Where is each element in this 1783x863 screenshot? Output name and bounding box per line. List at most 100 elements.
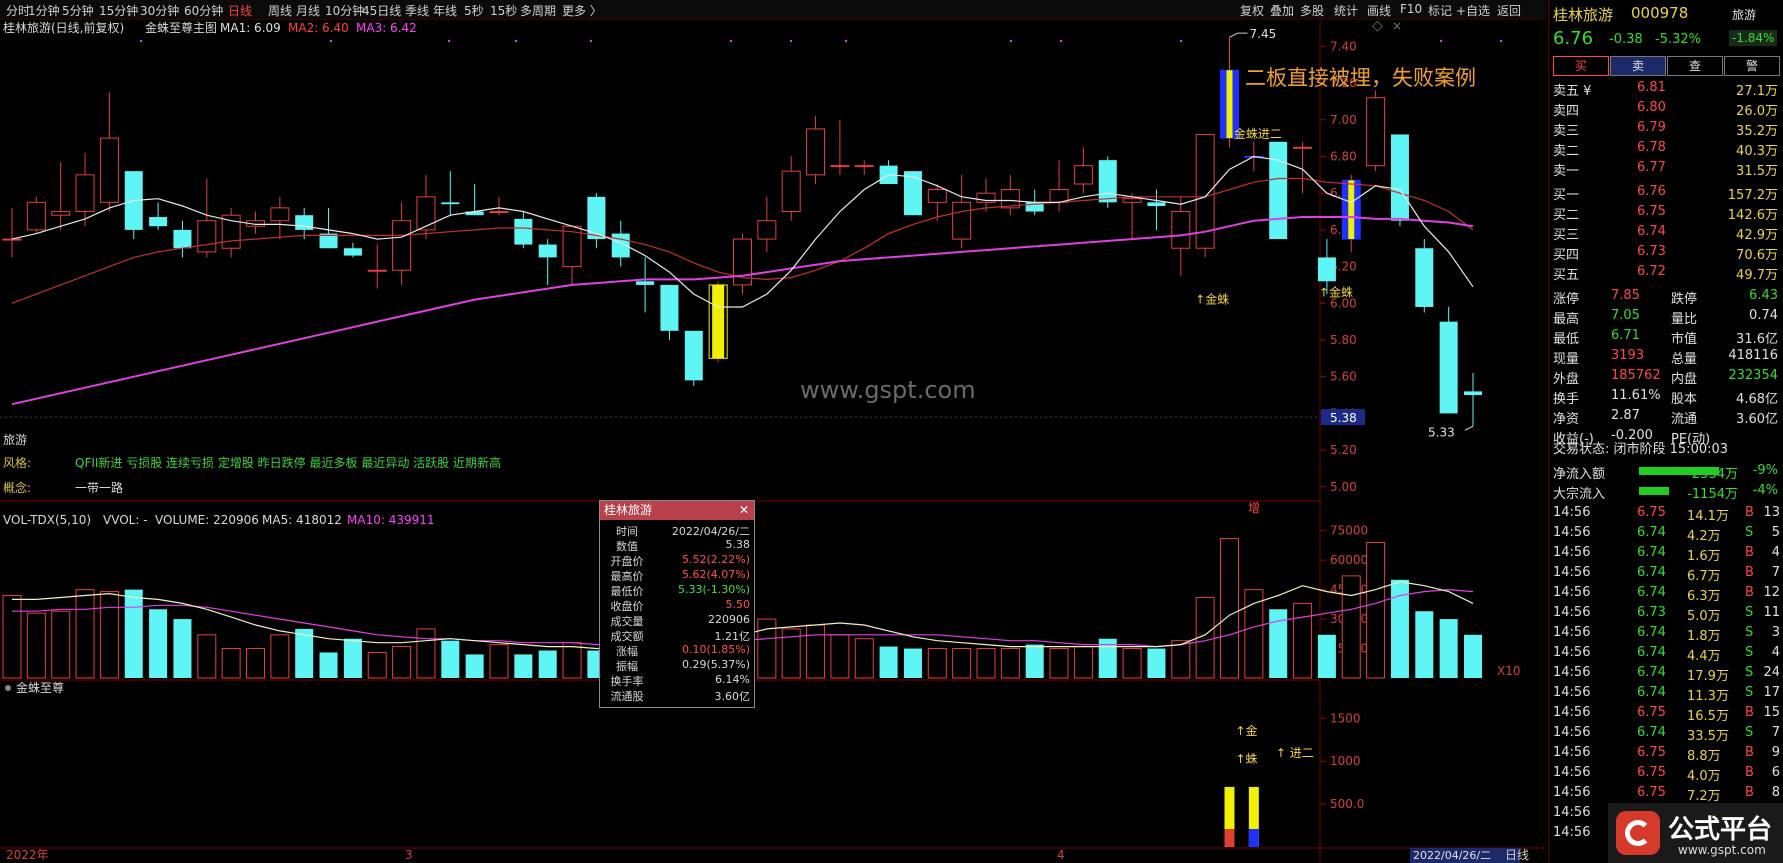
bid-row[interactable]: 买四 6.73 70.6万	[1549, 242, 1783, 263]
tick-row[interactable]: 14:56 6.75 14.1万 B 13	[1549, 503, 1783, 524]
data-window-header[interactable]: 桂林旅游 ✕	[600, 501, 754, 520]
ask-row[interactable]: 卖五 ¥ 6.81 27.1万	[1549, 78, 1783, 99]
toolbar-action-4[interactable]: 画线	[1367, 2, 1391, 19]
tick-row[interactable]: 14:56 6.74 1.6万 B 4	[1549, 543, 1783, 564]
tick-price: 6.74	[1637, 525, 1666, 540]
ask-row[interactable]: 卖二 6.78 40.3万	[1549, 138, 1783, 159]
tick-row[interactable]: 14:56 6.74 17.9万 S 24	[1549, 663, 1783, 684]
period-tab-15[interactable]: 多周期	[520, 2, 556, 19]
candle-body	[538, 244, 557, 258]
chart-area[interactable]: 7.407.207.006.806.606.406.206.005.805.60…	[0, 20, 1546, 863]
ask-row[interactable]: 卖四 6.80 26.0万	[1549, 98, 1783, 119]
period-tab-3[interactable]: 15分钟	[99, 2, 138, 19]
bid-row[interactable]: 买三 6.74 42.9万	[1549, 222, 1783, 243]
toolbar-action-6[interactable]: 标记	[1428, 2, 1452, 19]
data-window-row: 数值 5.38	[600, 538, 754, 553]
volume-bar	[26, 612, 46, 679]
tick-row[interactable]: 14:56 6.74 1.8万 S 3	[1549, 623, 1783, 644]
period-tab-16[interactable]: 更多 〉	[562, 2, 602, 19]
stat-key: 内盘	[1671, 372, 1698, 387]
tick-row[interactable]: 14:56 6.75 8.8万 B 9	[1549, 743, 1783, 764]
indicator-name[interactable]: 金蛛至尊主图	[145, 20, 217, 35]
period-tab-7[interactable]: 周线	[268, 2, 292, 19]
candle-body	[684, 330, 703, 381]
volume-bar	[1464, 634, 1482, 678]
low-pointer	[1464, 425, 1474, 431]
ask-row[interactable]: 卖三 6.79 35.2万	[1549, 118, 1783, 139]
period-tab-13[interactable]: 5秒	[464, 2, 484, 19]
toolbar-action-1[interactable]: 叠加	[1270, 2, 1294, 19]
bid-row[interactable]: 买一 6.76 157.2万	[1549, 182, 1783, 203]
bid-label: 买三	[1553, 228, 1580, 243]
period-tab-6[interactable]: 日线	[228, 2, 252, 19]
period-tab-2[interactable]: 5分钟	[62, 2, 94, 19]
sell-button[interactable]: 卖	[1610, 56, 1666, 76]
period-tab-10[interactable]: 45日线	[362, 2, 401, 19]
diamond-icon[interactable]: ◇	[1372, 20, 1383, 34]
tick-row[interactable]: 14:56 6.75 7.2万 B 8	[1549, 783, 1783, 804]
candle-body	[367, 269, 387, 272]
style-tags: QFII新进 亏损股 连续亏损 定增股 昨日跌停 最近多板 最近异动 活跃股 近…	[75, 455, 501, 470]
volume-bar	[221, 648, 241, 679]
tick-row[interactable]: 14:56 6.74 4.2万 S 5	[1549, 523, 1783, 544]
flow-pct: -9%	[1752, 463, 1778, 478]
period-tab-0[interactable]: 分时	[6, 2, 30, 19]
volume-bar	[173, 619, 192, 678]
period-tab-14[interactable]: 15秒	[490, 2, 517, 19]
toolbar-action-7[interactable]: +自选	[1456, 2, 1490, 19]
alert-button[interactable]: 警	[1724, 56, 1780, 76]
bid-row[interactable]: 买二 6.75 142.6万	[1549, 202, 1783, 223]
period-tab-11[interactable]: 季线	[405, 2, 429, 19]
toolbar-action-3[interactable]: 统计	[1334, 2, 1358, 19]
toolbar-action-2[interactable]: 多股	[1300, 2, 1324, 19]
tick-row[interactable]: 14:56 6.74 11.3万 S 17	[1549, 683, 1783, 704]
ask-label: 卖一	[1553, 164, 1580, 179]
tick-volume: 4.2万	[1687, 529, 1721, 544]
signal-dot	[1500, 40, 1502, 42]
period-tab-12[interactable]: 年线	[433, 2, 457, 19]
tick-time: 14:56	[1553, 625, 1591, 640]
tick-price: 6.74	[1637, 725, 1666, 740]
tick-row[interactable]: 14:56 6.75 16.5万 B 15	[1549, 703, 1783, 724]
period-tab-1[interactable]: 1分钟	[28, 2, 60, 19]
tick-time: 14:56	[1553, 525, 1591, 540]
tick-count: 7	[1771, 565, 1780, 580]
tick-row[interactable]: 14:56 6.74 6.7万 B 7	[1549, 563, 1783, 584]
tick-row[interactable]: 14:56 6.74 33.5万 S 7	[1549, 723, 1783, 744]
tick-row[interactable]: 14:56 6.73 5.0万 S 11	[1549, 603, 1783, 624]
close-icon[interactable]: ×	[1392, 20, 1402, 33]
data-window-row: 成交量 220906	[600, 613, 754, 628]
close-icon[interactable]: ✕	[739, 501, 749, 520]
toolbar-action-5[interactable]: F10	[1400, 2, 1422, 16]
data-window-row: 收盘价 5.50	[600, 598, 754, 613]
tick-volume: 4.0万	[1687, 769, 1721, 784]
ask-volume: 27.1万	[1736, 84, 1778, 99]
tick-row[interactable]: 14:56 6.74 6.3万 B 12	[1549, 583, 1783, 604]
data-window-row: 最高价 5.62(4.07%)	[600, 568, 754, 583]
sector-name[interactable]: 旅游	[1732, 6, 1756, 23]
stat-key: 净资	[1553, 412, 1580, 427]
tick-row[interactable]: 14:56 6.74 4.4万 S 4	[1549, 643, 1783, 664]
tick-row[interactable]: 14:56 6.75 4.0万 B 6	[1549, 763, 1783, 784]
toolbar-action-8[interactable]: 返回	[1497, 2, 1521, 19]
period-tab-8[interactable]: 月线	[296, 2, 320, 19]
ind-ytick-label: 500.0	[1330, 797, 1364, 811]
toolbar-action-0[interactable]: 复权	[1240, 2, 1264, 19]
period-tab-4[interactable]: 30分钟	[140, 2, 179, 19]
price-change: -0.38	[1609, 32, 1643, 47]
vol-ytick-label: 75000	[1330, 524, 1368, 538]
data-window[interactable]: 桂林旅游 ✕ 时间 2022/04/26/二 数值 5.38 开盘价 5.52(2.22%…	[599, 500, 755, 708]
ask-row[interactable]: 卖一 6.77 31.5万	[1549, 158, 1783, 179]
stat-key: 最高	[1553, 312, 1580, 327]
high-label: 7.45	[1250, 27, 1277, 41]
buy-button[interactable]: 买	[1553, 56, 1609, 76]
period-tab-9[interactable]: 10分钟	[325, 2, 364, 19]
bid-row[interactable]: 买五 6.72 49.7万	[1549, 262, 1783, 283]
query-button[interactable]: 查	[1667, 56, 1723, 76]
period-tab-5[interactable]: 60分钟	[184, 2, 223, 19]
stat-row: 净资 2.87 流通 3.60亿	[1549, 406, 1783, 427]
tick-price: 6.74	[1637, 685, 1666, 700]
main-chart-title: 桂林旅游(日线,前复权)	[3, 20, 124, 35]
candle-core-highlight	[1226, 70, 1233, 139]
vol-volume: VOLUME: 220906	[155, 513, 259, 527]
